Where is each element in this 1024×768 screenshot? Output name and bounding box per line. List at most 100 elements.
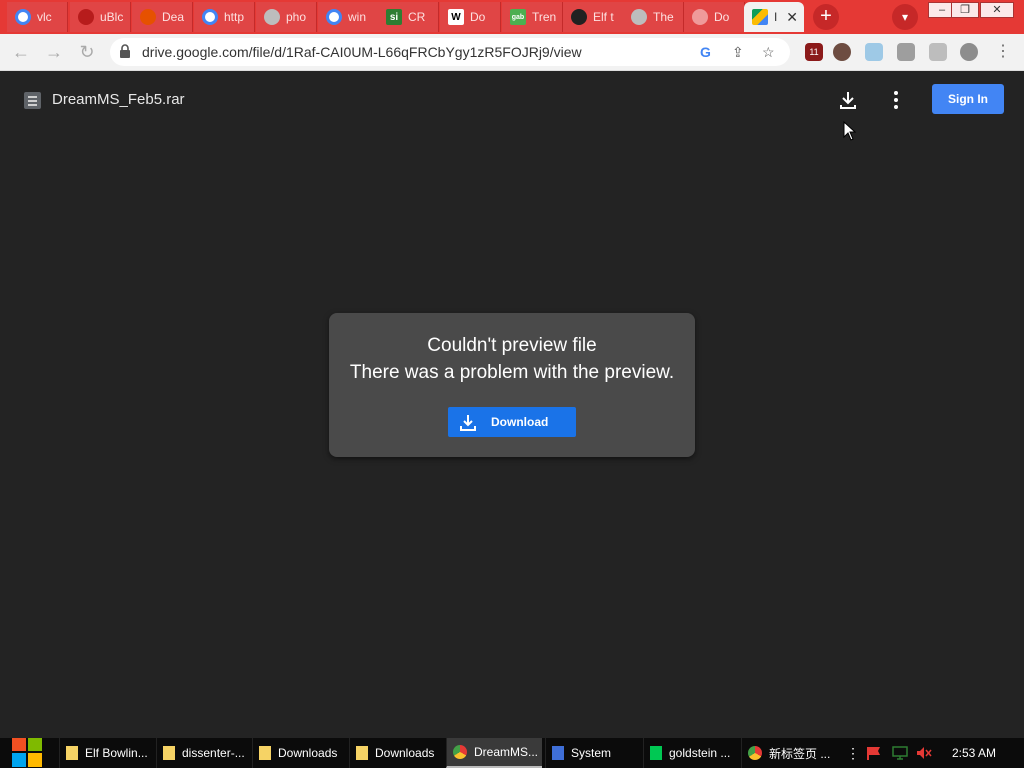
- taskbar-item-label: System: [571, 746, 612, 760]
- download-button-label: Download: [491, 415, 549, 429]
- tab-9[interactable]: Elf t: [563, 2, 624, 32]
- close-window-button[interactable]: ✕: [980, 2, 1014, 18]
- globe-icon: [264, 9, 280, 25]
- tab-1[interactable]: uBlc: [70, 2, 131, 32]
- ublock-icon: [78, 9, 94, 25]
- folder-icon: [259, 746, 271, 760]
- close-tab-icon[interactable]: ✕: [786, 9, 798, 26]
- taskbar-item[interactable]: goldstein ...: [643, 738, 739, 768]
- extensions-puzzle-icon[interactable]: [897, 43, 915, 61]
- wikipedia-icon: W: [448, 9, 464, 25]
- tab-search-button[interactable]: ▾: [892, 4, 918, 30]
- error-message: There was a problem with the preview.: [349, 362, 675, 383]
- taskbar-item[interactable]: Downloads: [252, 738, 348, 768]
- dealabs-icon: [140, 9, 156, 25]
- reload-button[interactable]: ↻: [75, 40, 99, 64]
- preview-error-card: Couldn't preview file There was a proble…: [329, 313, 695, 457]
- chrome-icon: [748, 746, 762, 760]
- more-options-icon[interactable]: [884, 88, 908, 112]
- tab-title: http: [224, 10, 245, 24]
- volume-muted-icon[interactable]: [916, 746, 932, 760]
- taskbar-item[interactable]: dissenter-...: [156, 738, 250, 768]
- archive-file-icon: [24, 92, 41, 109]
- museum-icon: [571, 9, 587, 25]
- tab-8[interactable]: gab Tren: [502, 2, 563, 32]
- download-icon[interactable]: [836, 88, 860, 112]
- tab-title: pho: [286, 10, 307, 24]
- folder-icon: [163, 746, 175, 760]
- taskbar: Elf Bowlin... dissenter-... Downloads Downl…: [0, 738, 1024, 768]
- mouse-cursor-icon: [843, 121, 857, 141]
- google-drive-icon: [752, 9, 768, 25]
- tab-title: Dea: [162, 10, 185, 24]
- folder-icon: [66, 746, 78, 760]
- profile-extension-icon[interactable]: [833, 43, 851, 61]
- share-icon[interactable]: ⇪: [732, 44, 744, 61]
- tab-12[interactable]: I ✕: [744, 2, 804, 32]
- taskbar-item[interactable]: Elf Bowlin...: [59, 738, 155, 768]
- tab-title: Do: [714, 10, 730, 24]
- taskbar-item-label: DreamMS...: [474, 745, 539, 759]
- tab-3[interactable]: http: [194, 2, 255, 32]
- taskbar-item[interactable]: System: [545, 738, 641, 768]
- tab-title: Do: [470, 10, 486, 24]
- address-bar[interactable]: drive.google.com/file/d/1Raf-CAI0UM-L66q…: [110, 38, 790, 66]
- browser-menu-icon[interactable]: ⋮: [994, 43, 1012, 61]
- tab-title: Tren: [532, 10, 557, 24]
- back-button[interactable]: ←: [9, 40, 33, 64]
- sign-in-button[interactable]: Sign In: [932, 84, 1004, 114]
- tab-title: vlc: [37, 10, 52, 24]
- network-icon[interactable]: [892, 746, 908, 760]
- tab-0[interactable]: vlc: [7, 2, 68, 32]
- tab-6[interactable]: si CR: [378, 2, 439, 32]
- extension-icon[interactable]: 11: [805, 43, 823, 61]
- profile-avatar-icon[interactable]: [960, 43, 978, 61]
- file-name: DreamMS_Feb5.rar: [52, 91, 185, 108]
- tab-2[interactable]: Dea: [132, 2, 193, 32]
- taskbar-item[interactable]: DreamMS...: [446, 738, 542, 768]
- tab-title: CR: [408, 10, 426, 24]
- tab-10[interactable]: The: [623, 2, 684, 32]
- tab-title: uBlc: [100, 10, 124, 24]
- new-tab-button[interactable]: +: [813, 4, 839, 30]
- tab-icon: gab: [510, 9, 526, 25]
- si-icon: si: [386, 9, 402, 25]
- bookmark-star-icon[interactable]: ☆: [762, 44, 775, 61]
- chrome-icon: [453, 745, 467, 759]
- tab-title: The: [653, 10, 674, 24]
- side-panel-icon[interactable]: [929, 43, 947, 61]
- google-g-icon: [202, 9, 218, 25]
- download-button[interactable]: Download: [448, 407, 576, 437]
- restore-button[interactable]: ❐: [951, 2, 979, 18]
- tab-4[interactable]: pho: [256, 2, 317, 32]
- extension-icon-2[interactable]: [865, 43, 883, 61]
- flag-icon[interactable]: [866, 746, 882, 760]
- taskbar-item-label: goldstein ...: [669, 746, 731, 760]
- tab-strip: vlc uBlc Dea http pho win si CR W Do gab Tren Elf t T…: [0, 0, 1024, 34]
- error-title: Couldn't preview file: [427, 335, 597, 356]
- tray-overflow-icon[interactable]: ⋮: [846, 745, 860, 761]
- forward-button[interactable]: →: [42, 40, 66, 64]
- tab-title: I: [774, 10, 778, 24]
- tab-title: win: [348, 10, 367, 24]
- download-icon: [460, 415, 476, 431]
- taskbar-item[interactable]: Downloads: [349, 738, 443, 768]
- tab-5[interactable]: win: [318, 2, 379, 32]
- taskbar-item[interactable]: 新标签页 ...: [741, 738, 838, 768]
- folder-icon: [356, 746, 368, 760]
- drive-viewer-header: DreamMS_Feb5.rar Sign In: [0, 71, 1024, 127]
- extension-badge: 11: [809, 47, 819, 57]
- tab-7[interactable]: W Do: [440, 2, 501, 32]
- tab-title: Elf t: [593, 10, 614, 24]
- download-icon: [692, 9, 708, 25]
- lock-icon: [120, 44, 130, 58]
- google-lens-icon[interactable]: G: [700, 44, 711, 60]
- taskbar-item-label: Downloads: [375, 746, 435, 760]
- taskbar-item-label: Downloads: [278, 746, 338, 760]
- taskbar-item-label: dissenter-...: [182, 746, 245, 760]
- globe-icon: [631, 9, 647, 25]
- tab-11[interactable]: Do: [684, 2, 745, 32]
- system-icon: [552, 746, 564, 760]
- taskbar-clock[interactable]: 2:53 AM: [952, 746, 996, 760]
- windows-start-icon[interactable]: [10, 738, 44, 768]
